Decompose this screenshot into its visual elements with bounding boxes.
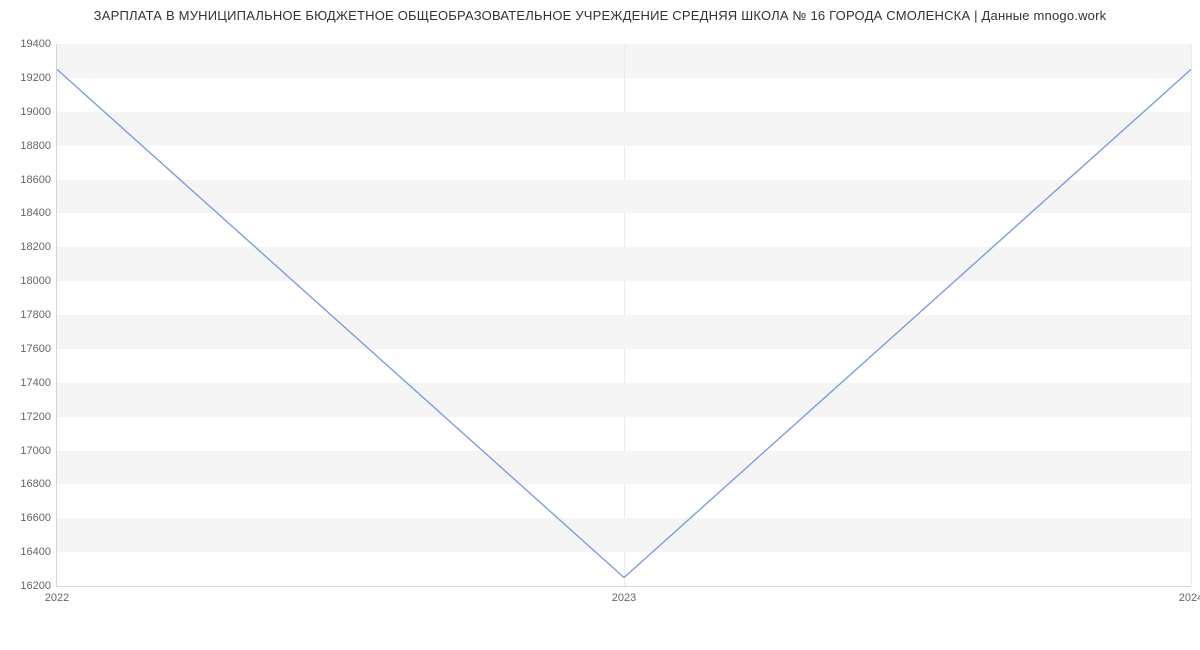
x-tick-label: 2023 <box>612 586 636 604</box>
y-tick-label: 16600 <box>20 512 57 524</box>
y-tick-label: 16400 <box>20 546 57 558</box>
y-tick-label: 17400 <box>20 377 57 389</box>
y-tick-label: 18600 <box>20 174 57 186</box>
x-tick-label: 2024 <box>1179 586 1200 604</box>
plot-area: 1620016400166001680017000172001740017600… <box>56 44 1191 587</box>
y-tick-label: 16800 <box>20 478 57 490</box>
y-tick-label: 17000 <box>20 445 57 457</box>
y-tick-label: 17800 <box>20 309 57 321</box>
y-tick-label: 18800 <box>20 140 57 152</box>
x-tick-label: 2022 <box>45 586 69 604</box>
vertical-gridline <box>1191 44 1192 586</box>
line-series <box>57 44 1191 586</box>
y-tick-label: 18000 <box>20 275 57 287</box>
y-tick-label: 18200 <box>20 241 57 253</box>
y-tick-label: 19400 <box>20 38 57 50</box>
y-tick-label: 17600 <box>20 343 57 355</box>
chart-container: ЗАРПЛАТА В МУНИЦИПАЛЬНОЕ БЮДЖЕТНОЕ ОБЩЕО… <box>0 0 1200 650</box>
y-tick-label: 19200 <box>20 72 57 84</box>
chart-title: ЗАРПЛАТА В МУНИЦИПАЛЬНОЕ БЮДЖЕТНОЕ ОБЩЕО… <box>0 8 1200 23</box>
y-tick-label: 17200 <box>20 411 57 423</box>
y-tick-label: 19000 <box>20 106 57 118</box>
y-tick-label: 18400 <box>20 207 57 219</box>
